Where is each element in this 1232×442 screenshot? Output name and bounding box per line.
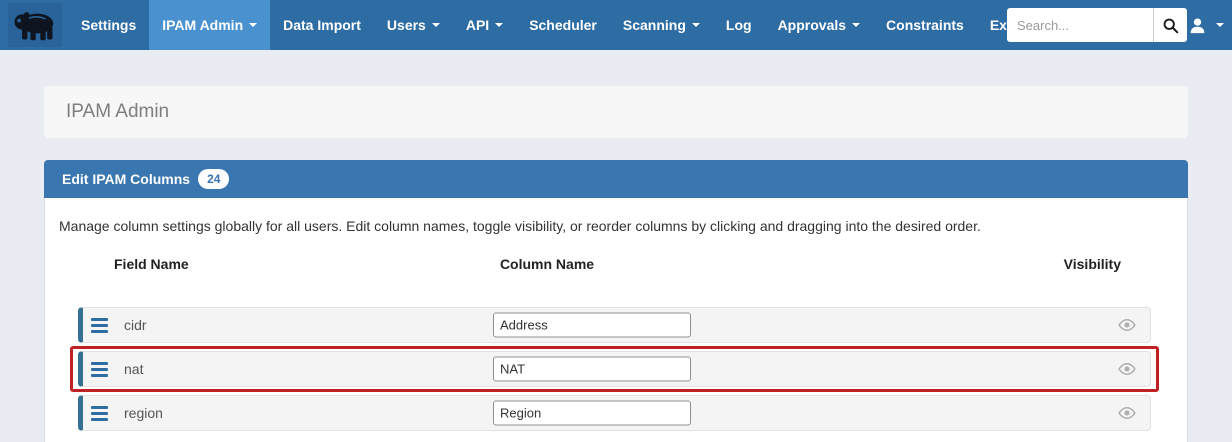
- nav-item-settings[interactable]: Settings: [68, 0, 149, 50]
- search-button[interactable]: [1153, 8, 1187, 42]
- page-title: IPAM Admin: [66, 101, 169, 123]
- column-name-header: Column Name: [447, 256, 647, 272]
- field-name-header: Field Name: [114, 256, 189, 272]
- eye-visibility-icon[interactable]: [1118, 362, 1136, 376]
- nav-item-constraints[interactable]: Constraints: [873, 0, 977, 50]
- visibility-header: Visibility: [1064, 256, 1121, 272]
- field-name-label: region: [124, 405, 163, 421]
- columns-table-header: Field Name Column Name Visibility: [57, 256, 1175, 272]
- column-name-input-cidr[interactable]: [493, 313, 691, 338]
- row-highlight-wrapper: cidr: [70, 302, 1159, 348]
- panel-body: Manage column settings globally for all …: [44, 198, 1188, 442]
- caret-down-icon: [852, 23, 860, 27]
- nav-item-label: Log: [726, 17, 752, 33]
- nav-item-scheduler[interactable]: Scheduler: [516, 0, 610, 50]
- user-menu[interactable]: [1189, 0, 1224, 50]
- page-title-panel: IPAM Admin: [44, 86, 1188, 138]
- panel-description: Manage column settings globally for all …: [59, 218, 1175, 234]
- caret-down-icon: [1216, 23, 1224, 27]
- column-name-input-nat[interactable]: [493, 357, 691, 382]
- nav-item-label: Users: [387, 17, 426, 33]
- nav-item-log[interactable]: Log: [713, 0, 765, 50]
- navbar-menu: Settings IPAM Admin Data Import Users AP…: [68, 0, 1075, 50]
- nav-item-label: API: [466, 17, 489, 33]
- drag-handle-icon[interactable]: [91, 362, 108, 377]
- top-navbar: Settings IPAM Admin Data Import Users AP…: [0, 0, 1232, 50]
- nav-item-label: Settings: [81, 17, 136, 33]
- table-row-region[interactable]: region: [78, 395, 1151, 431]
- nav-item-label: Data Import: [283, 17, 361, 33]
- nav-item-label: Scanning: [623, 17, 686, 33]
- caret-down-icon: [495, 23, 503, 27]
- caret-down-icon: [432, 23, 440, 27]
- row-highlight-wrapper: nat: [70, 346, 1159, 392]
- nav-item-users[interactable]: Users: [374, 0, 453, 50]
- nav-item-approvals[interactable]: Approvals: [765, 0, 873, 50]
- user-icon: [1189, 17, 1206, 34]
- field-name-label: nat: [124, 361, 143, 377]
- caret-down-icon: [692, 23, 700, 27]
- nav-item-label: Constraints: [886, 17, 964, 33]
- columns-row-list: cidr nat region: [57, 302, 1175, 436]
- eye-visibility-icon[interactable]: [1118, 406, 1136, 420]
- nav-item-api[interactable]: API: [453, 0, 516, 50]
- drag-handle-icon[interactable]: [91, 406, 108, 421]
- column-name-input-region[interactable]: [493, 401, 691, 426]
- nav-item-data-import[interactable]: Data Import: [270, 0, 374, 50]
- search-icon: [1162, 17, 1179, 34]
- drag-handle-icon[interactable]: [91, 318, 108, 333]
- nav-item-scanning[interactable]: Scanning: [610, 0, 713, 50]
- row-highlight-wrapper: region: [70, 390, 1159, 436]
- animal-logo-icon: [12, 6, 58, 44]
- panel-title: Edit IPAM Columns: [62, 171, 190, 187]
- column-count-badge: 24: [198, 169, 229, 189]
- app-logo[interactable]: [8, 3, 62, 47]
- navbar-search: [1007, 8, 1187, 42]
- nav-item-label: IPAM Admin: [162, 17, 243, 33]
- nav-item-ipam-admin[interactable]: IPAM Admin: [149, 0, 270, 50]
- nav-item-label: Scheduler: [529, 17, 597, 33]
- field-name-label: cidr: [124, 317, 147, 333]
- table-row-cidr[interactable]: cidr: [78, 307, 1151, 343]
- table-row-nat[interactable]: nat: [78, 351, 1151, 387]
- panel-header: Edit IPAM Columns 24: [44, 160, 1188, 198]
- search-input[interactable]: [1007, 8, 1153, 42]
- eye-visibility-icon[interactable]: [1118, 318, 1136, 332]
- caret-down-icon: [249, 23, 257, 27]
- edit-ipam-columns-panel: Edit IPAM Columns 24 Manage column setti…: [44, 160, 1188, 442]
- nav-item-label: Approvals: [778, 17, 846, 33]
